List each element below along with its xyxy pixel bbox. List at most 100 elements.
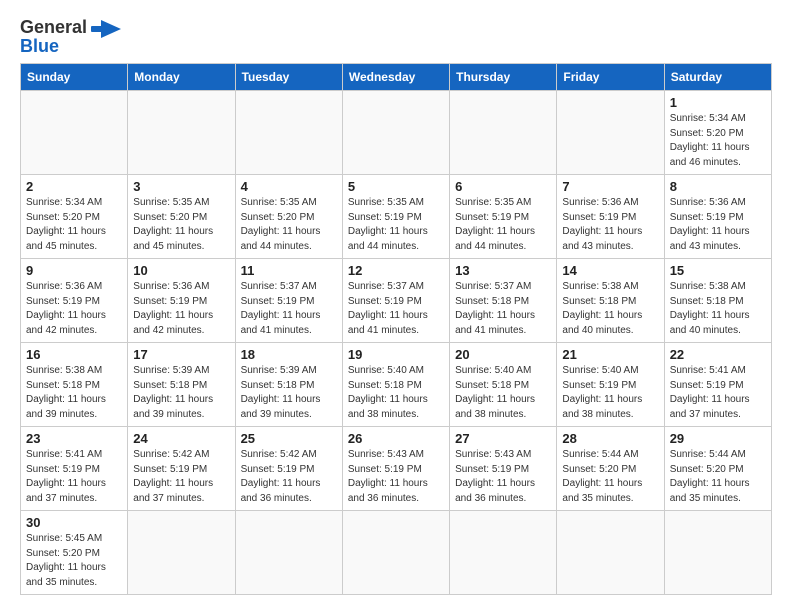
calendar-cell: 12 Sunrise: 5:37 AM Sunset: 5:19 PM Dayli… [342, 259, 449, 343]
calendar-cell: 13 Sunrise: 5:37 AM Sunset: 5:18 PM Dayli… [450, 259, 557, 343]
day-number: 15 [670, 263, 766, 278]
day-number: 30 [26, 515, 122, 530]
calendar-cell [450, 511, 557, 595]
day-number: 13 [455, 263, 551, 278]
day-info: Sunrise: 5:37 AM Sunset: 5:19 PM Dayligh… [348, 280, 444, 338]
calendar-cell: 7Sunrise: 5:36 AM Sunset: 5:19 PM Daylig… [557, 175, 664, 259]
day-info: Sunrise: 5:37 AM Sunset: 5:19 PM Dayligh… [241, 280, 337, 338]
calendar-table: SundayMondayTuesdayWednesdayThursdayFrid… [20, 63, 772, 595]
day-number: 29 [670, 431, 766, 446]
day-info: Sunrise: 5:36 AM Sunset: 5:19 PM Dayligh… [26, 280, 122, 338]
calendar-cell: 9 Sunrise: 5:36 AM Sunset: 5:19 PM Daylig… [21, 259, 128, 343]
day-info: Sunrise: 5:34 AM Sunset: 5:20 PM Dayligh… [670, 112, 766, 170]
calendar-cell: 1 Sunrise: 5:34 AM Sunset: 5:20 PM Daylig… [664, 91, 771, 175]
day-number: 3 [133, 179, 229, 194]
calendar-cell [235, 91, 342, 175]
calendar-cell: 10 Sunrise: 5:36 AM Sunset: 5:19 PM Dayli… [128, 259, 235, 343]
calendar-cell [557, 511, 664, 595]
calendar-cell: 18Sunrise: 5:39 AM Sunset: 5:18 PM Dayli… [235, 343, 342, 427]
day-number: 6 [455, 179, 551, 194]
weekday-header-sunday: Sunday [21, 64, 128, 91]
day-info: Sunrise: 5:35 AM Sunset: 5:20 PM Dayligh… [133, 196, 229, 254]
day-info: Sunrise: 5:40 AM Sunset: 5:18 PM Dayligh… [348, 364, 444, 422]
day-number: 11 [241, 263, 337, 278]
calendar-cell: 5 Sunrise: 5:35 AM Sunset: 5:19 PM Daylig… [342, 175, 449, 259]
calendar-cell [664, 511, 771, 595]
day-info: Sunrise: 5:43 AM Sunset: 5:19 PM Dayligh… [348, 448, 444, 506]
day-number: 12 [348, 263, 444, 278]
day-info: Sunrise: 5:38 AM Sunset: 5:18 PM Dayligh… [26, 364, 122, 422]
weekday-header-wednesday: Wednesday [342, 64, 449, 91]
day-info: Sunrise: 5:45 AM Sunset: 5:20 PM Dayligh… [26, 532, 122, 590]
day-info: Sunrise: 5:42 AM Sunset: 5:19 PM Dayligh… [133, 448, 229, 506]
day-number: 8 [670, 179, 766, 194]
day-number: 9 [26, 263, 122, 278]
calendar-cell: 28 Sunrise: 5:44 AM Sunset: 5:20 PM Dayli… [557, 427, 664, 511]
calendar-week-row: 1 Sunrise: 5:34 AM Sunset: 5:20 PM Daylig… [21, 91, 772, 175]
calendar-cell: 21Sunrise: 5:40 AM Sunset: 5:19 PM Dayli… [557, 343, 664, 427]
calendar-cell: 19 Sunrise: 5:40 AM Sunset: 5:18 PM Dayli… [342, 343, 449, 427]
calendar-cell: 23 Sunrise: 5:41 AM Sunset: 5:19 PM Dayli… [21, 427, 128, 511]
day-number: 27 [455, 431, 551, 446]
day-number: 20 [455, 347, 551, 362]
day-info: Sunrise: 5:37 AM Sunset: 5:18 PM Dayligh… [455, 280, 551, 338]
day-info: Sunrise: 5:43 AM Sunset: 5:19 PM Dayligh… [455, 448, 551, 506]
calendar-cell: 11 Sunrise: 5:37 AM Sunset: 5:19 PM Dayli… [235, 259, 342, 343]
calendar-cell [235, 511, 342, 595]
day-info: Sunrise: 5:36 AM Sunset: 5:19 PM Dayligh… [133, 280, 229, 338]
calendar-cell: 15 Sunrise: 5:38 AM Sunset: 5:18 PM Dayli… [664, 259, 771, 343]
logo-text: General [20, 18, 87, 38]
day-info: Sunrise: 5:39 AM Sunset: 5:18 PM Dayligh… [133, 364, 229, 422]
day-info: Sunrise: 5:41 AM Sunset: 5:19 PM Dayligh… [670, 364, 766, 422]
logo-icon [91, 18, 129, 40]
calendar-cell: 6Sunrise: 5:35 AM Sunset: 5:19 PM Daylig… [450, 175, 557, 259]
day-number: 10 [133, 263, 229, 278]
calendar-week-row: 23 Sunrise: 5:41 AM Sunset: 5:19 PM Dayli… [21, 427, 772, 511]
day-info: Sunrise: 5:41 AM Sunset: 5:19 PM Dayligh… [26, 448, 122, 506]
weekday-header-saturday: Saturday [664, 64, 771, 91]
logo: General Blue [20, 16, 129, 57]
calendar-cell [342, 91, 449, 175]
day-number: 17 [133, 347, 229, 362]
calendar-cell: 30 Sunrise: 5:45 AM Sunset: 5:20 PM Dayli… [21, 511, 128, 595]
calendar-cell: 3 Sunrise: 5:35 AM Sunset: 5:20 PM Daylig… [128, 175, 235, 259]
calendar-cell: 8 Sunrise: 5:36 AM Sunset: 5:19 PM Daylig… [664, 175, 771, 259]
day-info: Sunrise: 5:40 AM Sunset: 5:19 PM Dayligh… [562, 364, 658, 422]
calendar-week-row: 30 Sunrise: 5:45 AM Sunset: 5:20 PM Dayli… [21, 511, 772, 595]
day-number: 22 [670, 347, 766, 362]
day-number: 26 [348, 431, 444, 446]
calendar-week-row: 2 Sunrise: 5:34 AM Sunset: 5:20 PM Daylig… [21, 175, 772, 259]
day-info: Sunrise: 5:38 AM Sunset: 5:18 PM Dayligh… [670, 280, 766, 338]
calendar-cell: 17 Sunrise: 5:39 AM Sunset: 5:18 PM Dayli… [128, 343, 235, 427]
weekday-header-thursday: Thursday [450, 64, 557, 91]
day-number: 1 [670, 95, 766, 110]
day-info: Sunrise: 5:38 AM Sunset: 5:18 PM Dayligh… [562, 280, 658, 338]
calendar-cell [128, 511, 235, 595]
calendar-cell: 26 Sunrise: 5:43 AM Sunset: 5:19 PM Dayli… [342, 427, 449, 511]
calendar-cell [128, 91, 235, 175]
day-info: Sunrise: 5:36 AM Sunset: 5:19 PM Dayligh… [670, 196, 766, 254]
calendar-cell [450, 91, 557, 175]
day-info: Sunrise: 5:35 AM Sunset: 5:19 PM Dayligh… [348, 196, 444, 254]
calendar-cell: 20 Sunrise: 5:40 AM Sunset: 5:18 PM Dayli… [450, 343, 557, 427]
day-number: 23 [26, 431, 122, 446]
day-number: 25 [241, 431, 337, 446]
header: General Blue [20, 16, 772, 57]
calendar-cell [557, 91, 664, 175]
day-info: Sunrise: 5:40 AM Sunset: 5:18 PM Dayligh… [455, 364, 551, 422]
day-info: Sunrise: 5:35 AM Sunset: 5:20 PM Dayligh… [241, 196, 337, 254]
day-info: Sunrise: 5:34 AM Sunset: 5:20 PM Dayligh… [26, 196, 122, 254]
day-number: 2 [26, 179, 122, 194]
calendar-cell: 16 Sunrise: 5:38 AM Sunset: 5:18 PM Dayli… [21, 343, 128, 427]
day-number: 28 [562, 431, 658, 446]
calendar-cell: 25Sunrise: 5:42 AM Sunset: 5:19 PM Dayli… [235, 427, 342, 511]
day-number: 19 [348, 347, 444, 362]
day-number: 18 [241, 347, 337, 362]
day-number: 16 [26, 347, 122, 362]
calendar-week-row: 9 Sunrise: 5:36 AM Sunset: 5:19 PM Daylig… [21, 259, 772, 343]
weekday-header-friday: Friday [557, 64, 664, 91]
day-number: 5 [348, 179, 444, 194]
weekday-header-monday: Monday [128, 64, 235, 91]
calendar-cell: 14Sunrise: 5:38 AM Sunset: 5:18 PM Dayli… [557, 259, 664, 343]
day-info: Sunrise: 5:44 AM Sunset: 5:20 PM Dayligh… [562, 448, 658, 506]
